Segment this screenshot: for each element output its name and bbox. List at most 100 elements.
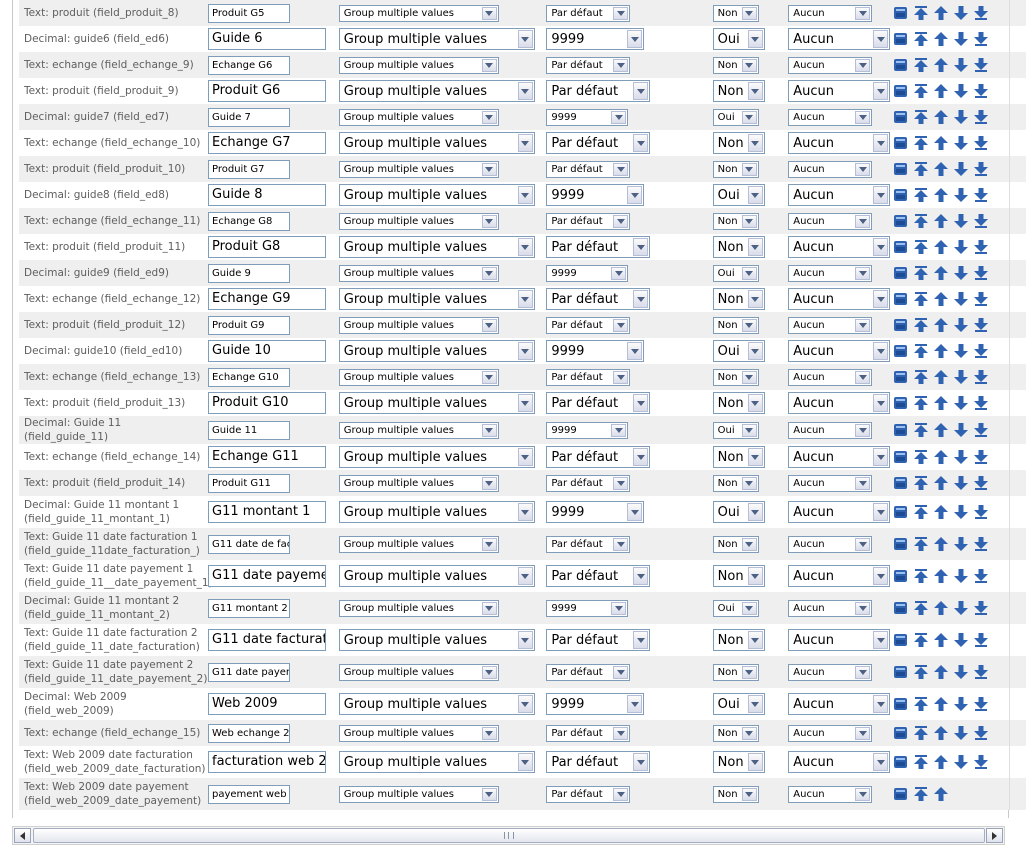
move-down-icon[interactable]	[953, 83, 969, 99]
chevron-down-icon[interactable]	[747, 238, 763, 256]
scroll-left-button[interactable]	[14, 828, 31, 843]
chevron-down-icon[interactable]	[517, 394, 533, 412]
chevron-down-icon[interactable]	[611, 110, 627, 124]
chevron-down-icon[interactable]	[613, 214, 629, 228]
move-to-top-icon[interactable]	[913, 754, 929, 770]
yes-no-select[interactable]: Oui	[712, 693, 765, 715]
move-up-icon[interactable]	[933, 754, 949, 770]
field-label-input[interactable]: payement web 2009	[208, 784, 290, 804]
chevron-down-icon[interactable]	[517, 342, 533, 360]
format-select[interactable]: Par défaut	[546, 474, 631, 492]
move-to-bottom-icon[interactable]	[973, 343, 989, 359]
chevron-down-icon[interactable]	[741, 6, 757, 20]
format-select[interactable]: 9999	[546, 340, 645, 362]
chevron-down-icon[interactable]	[481, 58, 497, 72]
chevron-down-icon[interactable]	[747, 134, 763, 152]
move-to-top-icon[interactable]	[913, 632, 929, 648]
move-down-icon[interactable]	[953, 213, 969, 229]
chevron-down-icon[interactable]	[481, 162, 497, 176]
format-select[interactable]: Par défaut	[546, 663, 631, 681]
format-select[interactable]: Par défaut	[546, 288, 651, 310]
move-up-icon[interactable]	[933, 265, 949, 281]
chevron-down-icon[interactable]	[855, 162, 871, 176]
move-down-icon[interactable]	[953, 161, 969, 177]
chevron-down-icon[interactable]	[873, 238, 889, 256]
format-select[interactable]: 9999	[546, 108, 629, 126]
yes-no-select[interactable]: Oui	[712, 421, 759, 439]
chevron-down-icon[interactable]	[741, 601, 757, 615]
move-down-icon[interactable]	[953, 632, 969, 648]
chevron-down-icon[interactable]	[855, 6, 871, 20]
move-to-bottom-icon[interactable]	[973, 161, 989, 177]
chevron-down-icon[interactable]	[481, 110, 497, 124]
aggregation-select[interactable]: Group multiple values	[338, 629, 535, 651]
format-select[interactable]: Par défaut	[546, 535, 631, 553]
format-select[interactable]: 9999	[546, 599, 629, 617]
chevron-down-icon[interactable]	[855, 537, 871, 551]
chevron-down-icon[interactable]	[741, 665, 757, 679]
chevron-down-icon[interactable]	[855, 601, 871, 615]
move-up-icon[interactable]	[933, 600, 949, 616]
yes-no-select[interactable]: Non	[712, 392, 765, 414]
sort-select[interactable]: Aucun	[788, 4, 873, 22]
chevron-down-icon[interactable]	[873, 290, 889, 308]
move-to-bottom-icon[interactable]	[973, 265, 989, 281]
sort-select[interactable]: Aucun	[788, 535, 873, 553]
configure-icon[interactable]	[893, 725, 909, 741]
move-down-icon[interactable]	[953, 568, 969, 584]
move-to-top-icon[interactable]	[913, 291, 929, 307]
move-down-icon[interactable]	[953, 754, 969, 770]
chevron-down-icon[interactable]	[627, 695, 643, 713]
move-to-bottom-icon[interactable]	[973, 239, 989, 255]
sort-select[interactable]: Aucun	[788, 340, 891, 362]
configure-icon[interactable]	[893, 696, 909, 712]
horizontal-scrollbar[interactable]	[12, 826, 1005, 845]
field-label-input[interactable]: Echange G11	[208, 446, 326, 468]
format-select[interactable]: Par défaut	[546, 565, 651, 587]
field-label-input[interactable]: Echange G6	[208, 55, 290, 75]
move-down-icon[interactable]	[953, 135, 969, 151]
move-up-icon[interactable]	[933, 725, 949, 741]
field-label-input[interactable]: Guide 11	[208, 420, 290, 440]
field-label-input[interactable]: Guide 9	[208, 263, 290, 283]
chevron-down-icon[interactable]	[633, 448, 649, 466]
sort-select[interactable]: Aucun	[788, 108, 873, 126]
chevron-down-icon[interactable]	[627, 30, 643, 48]
chevron-down-icon[interactable]	[481, 423, 497, 437]
yes-no-select[interactable]: Non	[712, 629, 765, 651]
move-to-bottom-icon[interactable]	[973, 369, 989, 385]
move-down-icon[interactable]	[953, 187, 969, 203]
move-to-bottom-icon[interactable]	[973, 57, 989, 73]
move-to-bottom-icon[interactable]	[973, 696, 989, 712]
sort-select[interactable]: Aucun	[788, 368, 873, 386]
configure-icon[interactable]	[893, 422, 909, 438]
chevron-down-icon[interactable]	[747, 567, 763, 585]
move-to-bottom-icon[interactable]	[973, 395, 989, 411]
scrollbar-thumb[interactable]	[33, 828, 985, 843]
field-label-input[interactable]: G11 date facturation 2	[208, 629, 326, 651]
field-label-input[interactable]: G11 date de facturation 1	[208, 534, 290, 554]
yes-no-select[interactable]: Non	[712, 4, 759, 22]
chevron-down-icon[interactable]	[741, 318, 757, 332]
configure-icon[interactable]	[893, 161, 909, 177]
yes-no-select[interactable]: Non	[712, 565, 765, 587]
field-label-input[interactable]: Echange G8	[208, 211, 290, 231]
configure-icon[interactable]	[893, 109, 909, 125]
move-down-icon[interactable]	[953, 265, 969, 281]
sort-select[interactable]: Aucun	[788, 629, 891, 651]
move-down-icon[interactable]	[953, 696, 969, 712]
configure-icon[interactable]	[893, 369, 909, 385]
sort-select[interactable]: Aucun	[788, 236, 891, 258]
field-label-input[interactable]: G11 montant 2	[208, 598, 290, 618]
sort-select[interactable]: Aucun	[788, 288, 891, 310]
chevron-down-icon[interactable]	[481, 476, 497, 490]
aggregation-select[interactable]: Group multiple values	[338, 368, 499, 386]
move-to-bottom-icon[interactable]	[973, 725, 989, 741]
chevron-down-icon[interactable]	[873, 695, 889, 713]
aggregation-select[interactable]: Group multiple values	[338, 316, 499, 334]
move-to-bottom-icon[interactable]	[973, 31, 989, 47]
aggregation-select[interactable]: Group multiple values	[338, 212, 499, 230]
configure-icon[interactable]	[893, 187, 909, 203]
configure-icon[interactable]	[893, 291, 909, 307]
sort-select[interactable]: Aucun	[788, 565, 891, 587]
